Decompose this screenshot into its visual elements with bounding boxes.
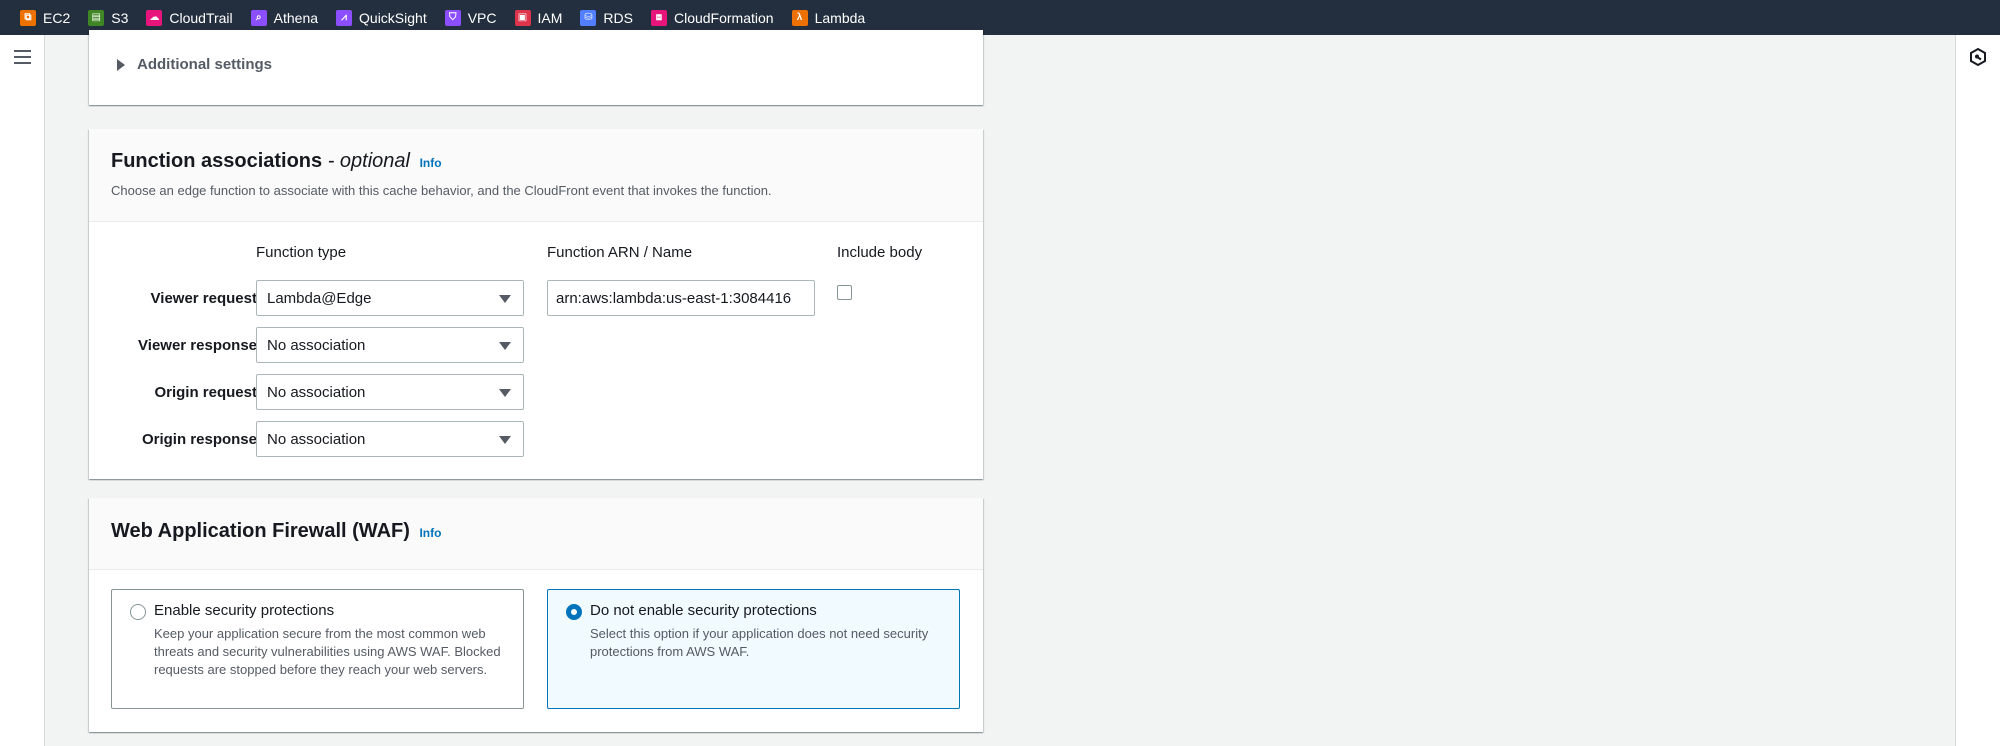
cloudshell-hexagon-icon[interactable]: [1968, 47, 1988, 67]
viewer-response-function-type-select[interactable]: No association: [256, 327, 524, 363]
caret-down-icon: [499, 436, 511, 444]
additional-settings-expander[interactable]: Additional settings: [117, 56, 272, 73]
favorite-label: Lambda: [814, 9, 866, 26]
waf-option-disable-tile[interactable]: Do not enable security protections Selec…: [547, 589, 960, 709]
row-label-viewer-response: Viewer response: [138, 337, 257, 354]
favorite-label: Athena: [273, 9, 319, 26]
title-text: Function associations: [111, 150, 323, 172]
favorite-quicksight[interactable]: ⩘ QuickSight: [336, 9, 427, 26]
column-header-include-body: Include body: [837, 244, 923, 261]
favorite-cloudformation[interactable]: ⧈ CloudFormation: [650, 9, 774, 26]
additional-settings-card: Additional settings: [89, 30, 983, 105]
right-tools-rail: [1955, 35, 2000, 746]
caret-down-icon: [499, 295, 511, 303]
cloudtrail-icon: ☁: [146, 9, 163, 26]
function-associations-card: Function associations - optional Info Ch…: [89, 129, 983, 479]
additional-settings-label: Additional settings: [137, 56, 272, 73]
waf-option-description: Keep your application secure from the mo…: [154, 626, 501, 677]
waf-option-description: Select this option if your application d…: [590, 626, 929, 659]
favorite-s3[interactable]: ▤ S3: [88, 9, 129, 26]
favorite-label: CloudTrail: [169, 9, 233, 26]
waf-title: Web Application Firewall (WAF) Info: [111, 520, 441, 543]
favorite-rds[interactable]: ⛁ RDS: [580, 9, 633, 26]
row-label-origin-request: Origin request: [154, 384, 257, 401]
function-associations-title: Function associations - optional Info: [111, 150, 442, 173]
caret-right-icon: [117, 58, 125, 71]
favorite-label: QuickSight: [359, 9, 427, 26]
select-value: No association: [267, 336, 366, 354]
s3-icon: ▤: [88, 9, 105, 26]
column-header-function-arn: Function ARN / Name: [547, 244, 693, 261]
caret-down-icon: [499, 342, 511, 350]
quicksight-icon: ⩘: [336, 9, 353, 26]
row-label-viewer-request: Viewer request: [150, 290, 257, 307]
select-value: Lambda@Edge: [267, 289, 372, 307]
radio-checked-icon[interactable]: [566, 604, 582, 620]
waf-card: Web Application Firewall (WAF) Info Enab…: [89, 498, 983, 732]
info-link[interactable]: Info: [419, 526, 441, 540]
radio-unchecked-icon[interactable]: [130, 604, 146, 620]
favorite-label: RDS: [603, 9, 633, 26]
menu-icon[interactable]: [14, 50, 31, 64]
favorite-iam[interactable]: ▣ IAM: [514, 9, 563, 26]
viewer-request-function-arn-input[interactable]: [547, 280, 815, 316]
favorite-cloudtrail[interactable]: ☁ CloudTrail: [146, 9, 233, 26]
favorite-label: EC2: [43, 9, 71, 26]
lambda-icon: λ: [791, 9, 808, 26]
favorite-vpc[interactable]: ⛉ VPC: [444, 9, 497, 26]
cloudformation-icon: ⧈: [650, 9, 667, 26]
origin-request-function-type-select[interactable]: No association: [256, 374, 524, 410]
row-label-origin-response: Origin response: [141, 431, 257, 448]
favorite-label: VPC: [467, 9, 497, 26]
favorite-ec2[interactable]: ⧉ EC2: [20, 9, 71, 26]
waf-header: Web Application Firewall (WAF) Info: [89, 498, 983, 570]
title-optional: - optional: [322, 150, 410, 172]
select-value: No association: [267, 383, 366, 401]
function-associations-description: Choose an edge function to associate wit…: [111, 183, 772, 198]
vpc-icon: ⛉: [444, 9, 461, 26]
viewer-request-include-body-checkbox[interactable]: [837, 285, 852, 300]
waf-option-label: Enable security protections: [154, 602, 335, 619]
iam-icon: ▣: [514, 9, 531, 26]
rds-icon: ⛁: [580, 9, 597, 26]
favorite-athena[interactable]: ⌕ Athena: [250, 9, 319, 26]
waf-option-enable-tile[interactable]: Enable security protections Keep your ap…: [111, 589, 524, 709]
favorite-label: S3: [111, 9, 129, 26]
ec2-icon: ⧉: [20, 9, 36, 26]
viewer-request-function-type-select[interactable]: Lambda@Edge: [256, 280, 524, 316]
column-header-function-type: Function type: [256, 244, 347, 261]
athena-icon: ⌕: [250, 9, 267, 26]
origin-response-function-type-select[interactable]: No association: [256, 421, 524, 457]
favorite-label: CloudFormation: [673, 9, 774, 26]
waf-option-label: Do not enable security protections: [590, 602, 817, 619]
left-navigation-rail: [0, 35, 45, 746]
function-associations-header: Function associations - optional Info Ch…: [89, 129, 983, 222]
select-value: No association: [267, 430, 366, 448]
info-link[interactable]: Info: [420, 156, 442, 170]
caret-down-icon: [499, 389, 511, 397]
favorite-lambda[interactable]: λ Lambda: [791, 9, 866, 26]
title-text: Web Application Firewall (WAF): [111, 520, 410, 542]
favorite-label: IAM: [537, 9, 563, 26]
